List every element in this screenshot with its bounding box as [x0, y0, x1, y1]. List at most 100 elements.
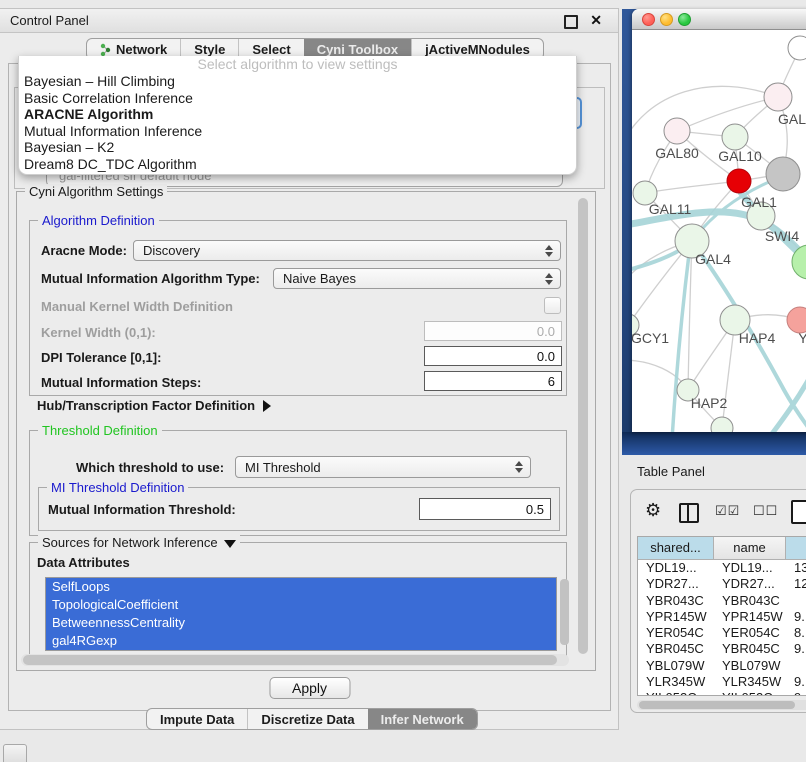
settings-scrollbar-thumb[interactable]	[578, 198, 588, 654]
table-cell: YIL052C	[714, 690, 786, 696]
attribute-item[interactable]: gal4RGexp	[46, 632, 556, 650]
sources-group-title[interactable]: Sources for Network Inference	[38, 535, 240, 550]
table-row[interactable]: YBR045CYBR045C9.	[638, 641, 806, 657]
settings-horizontal-scrollbar-thumb[interactable]	[23, 655, 557, 665]
network-canvas[interactable]: GALGAL80GAL10GAL1GAL11SWI4GAL4GCY1HAP4YH…	[632, 30, 806, 432]
node-gal7-partial[interactable]	[764, 83, 792, 111]
node-partial-top[interactable]	[788, 36, 806, 60]
tab-infer-network[interactable]: Infer Network	[368, 709, 477, 729]
table-row[interactable]: YLR345WYLR345W9.	[638, 674, 806, 690]
network-desktop-background: GALGAL80GAL10GAL1GAL11SWI4GAL4GCY1HAP4YH…	[622, 9, 806, 455]
tab-label: Cyni Toolbox	[317, 42, 398, 57]
network-window: GALGAL80GAL10GAL1GAL11SWI4GAL4GCY1HAP4YH…	[632, 9, 806, 432]
node-gal80-label: GAL80	[655, 145, 699, 161]
manual-kernel-width-checkbox[interactable]	[544, 297, 561, 314]
mi-threshold-definition-group: MI Threshold Definition Mutual Informati…	[38, 487, 560, 531]
collapse-down-icon	[224, 540, 236, 548]
which-threshold-select[interactable]: MI Threshold	[235, 456, 531, 478]
algorithm-definition-title: Algorithm Definition	[38, 213, 159, 228]
close-icon[interactable]: ✕	[590, 12, 602, 29]
attribute-item[interactable]: BetweennessCentrality	[46, 614, 556, 632]
table-cell: YBR045C	[638, 641, 714, 657]
node-attribute-table: shared...nameA YDL19...YDL19...13YDR27..…	[637, 536, 806, 696]
checked-columns-icon[interactable]: ☑☑	[715, 503, 740, 519]
node-gal1-label: GAL1	[741, 194, 777, 210]
algorithm-definition-group: Algorithm Definition Aracne Mode: Discov…	[29, 220, 567, 396]
node-gal10[interactable]	[722, 124, 748, 150]
column-header-1[interactable]: shared...	[638, 537, 714, 560]
column-header-3[interactable]: A	[786, 537, 806, 560]
table-horizontal-scrollbar[interactable]	[637, 700, 806, 710]
control-panel-title: Control Panel	[10, 13, 89, 28]
table-cell: YBL079W	[714, 658, 786, 674]
table-row[interactable]: YBL079WYBL079W	[638, 658, 806, 674]
settings-group-title: Cyni Algorithm Settings	[25, 184, 167, 199]
mi-threshold-field[interactable]	[419, 498, 551, 520]
network-desktop-bottom	[622, 432, 806, 455]
table-cell: YIL052C	[638, 690, 714, 696]
tab-discretize-data[interactable]: Discretize Data	[247, 709, 367, 729]
table-cell: 13	[786, 560, 806, 576]
stepper-arrows-icon	[542, 245, 560, 257]
unchecked-columns-icon[interactable]: ☐☐	[753, 503, 778, 519]
tab-label: Select	[252, 42, 290, 57]
gear-icon[interactable]: ⚙	[645, 500, 661, 521]
algorithm-option[interactable]: ARACNE Algorithm	[19, 106, 576, 123]
collapsed-panel-button[interactable]	[3, 744, 27, 762]
manual-kernel-width-label: Manual Kernel Width Definition	[41, 299, 233, 314]
table-row[interactable]: YIL052CYIL052C9.	[638, 690, 806, 696]
table-row[interactable]: YPR145WYPR145W9.	[638, 609, 806, 625]
mi-steps-field[interactable]	[424, 371, 562, 391]
algorithm-option[interactable]: Bayesian – K2	[19, 139, 576, 156]
node-gray[interactable]	[766, 157, 800, 191]
attributes-scrollbar-thumb[interactable]	[560, 579, 569, 645]
attribute-item[interactable]: SelfLoops	[46, 578, 556, 596]
column-header-2[interactable]: name	[714, 537, 786, 560]
data-attributes-label: Data Attributes	[37, 555, 130, 570]
hub-definition-expander[interactable]: Hub/Transcription Factor Definition	[37, 398, 271, 413]
apply-button[interactable]: Apply	[269, 677, 350, 699]
node-hap4-label: HAP4	[739, 330, 776, 346]
table-row[interactable]: YDR27...YDR27...12	[638, 576, 806, 592]
mi-algorithm-type-select[interactable]: Naive Bayes	[273, 268, 561, 289]
aracne-mode-select[interactable]: Discovery	[133, 240, 561, 261]
algorithm-dropdown-placeholder: Select algorithm to view settings	[19, 56, 576, 73]
minimize-traffic-light-icon[interactable]	[660, 13, 673, 26]
algorithm-dropdown-list: Bayesian – Hill ClimbingBasic Correlatio…	[19, 73, 576, 173]
algorithm-option[interactable]: Basic Correlation Inference	[19, 90, 576, 107]
dpi-tolerance-field[interactable]	[424, 346, 562, 366]
float-window-icon[interactable]	[564, 15, 578, 29]
algorithm-option[interactable]: Mutual Information Inference	[19, 123, 576, 140]
node-gal4-label: GAL4	[695, 251, 731, 267]
columns-icon[interactable]	[679, 503, 699, 523]
settings-scrollbar[interactable]	[577, 196, 589, 664]
table-body: YDL19...YDL19...13YDR27...YDR27...12YBR0…	[638, 560, 806, 696]
settings-horizontal-scrollbar[interactable]	[21, 654, 569, 666]
algorithm-option[interactable]: Bayesian – Hill Climbing	[19, 73, 576, 90]
table-cell: YER054C	[714, 625, 786, 641]
network-window-titlebar[interactable]	[632, 9, 806, 30]
node-gal1[interactable]	[727, 169, 751, 193]
stepper-arrows-icon	[542, 273, 560, 285]
node-hap2-label: HAP2	[691, 395, 728, 411]
table-cell: 9.	[786, 641, 806, 657]
document-icon[interactable]	[791, 500, 806, 524]
tab-impute-data[interactable]: Impute Data	[147, 709, 247, 729]
table-row[interactable]: YDL19...YDL19...13	[638, 560, 806, 576]
close-traffic-light-icon[interactable]	[642, 13, 655, 26]
algorithm-option[interactable]: Dream8 DC_TDC Algorithm	[19, 156, 576, 173]
table-horizontal-scrollbar-thumb[interactable]	[639, 701, 795, 709]
table-cell: YDL19...	[638, 560, 714, 576]
mi-steps-label: Mutual Information Steps:	[41, 375, 201, 390]
node-gal80[interactable]	[664, 118, 690, 144]
table-row[interactable]: YBR043CYBR043C	[638, 593, 806, 609]
table-row[interactable]: YER054CYER054C8.	[638, 625, 806, 641]
data-attributes-list[interactable]: SelfLoopsTopologicalCoefficientBetweenne…	[45, 577, 557, 651]
table-cell: 9.	[786, 674, 806, 690]
tab-label: jActiveMNodules	[425, 42, 530, 57]
zoom-traffic-light-icon[interactable]	[678, 13, 691, 26]
node-salmon-partial-label: Y	[798, 330, 806, 346]
table-cell: YBR043C	[638, 593, 714, 609]
attribute-item[interactable]: TopologicalCoefficient	[46, 596, 556, 614]
node-swi4-label: SWI4	[765, 228, 799, 244]
